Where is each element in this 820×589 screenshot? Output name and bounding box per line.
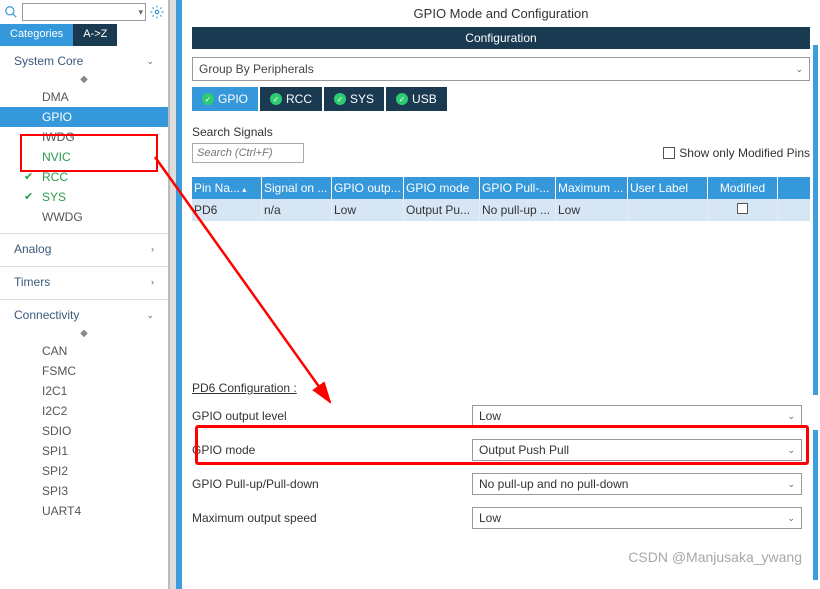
ptab-rcc[interactable]: ✓RCC bbox=[260, 87, 322, 111]
select-gpio-mode[interactable]: Output Push Pull⌄ bbox=[472, 439, 802, 461]
checkbox-icon[interactable] bbox=[737, 203, 748, 214]
chevron-down-icon: ⌄ bbox=[787, 479, 795, 490]
category-label: Analog bbox=[14, 242, 51, 256]
table-row[interactable]: PD6 n/a Low Output Pu... No pull-up ... … bbox=[192, 199, 810, 221]
chevron-down-icon: ⌄ bbox=[146, 56, 154, 67]
ptab-sys[interactable]: ✓SYS bbox=[324, 87, 384, 111]
category-system-core[interactable]: System Core ⌄ bbox=[0, 46, 168, 72]
category-label: Timers bbox=[14, 275, 50, 289]
checkbox-icon bbox=[663, 147, 675, 159]
col-gpio-pull[interactable]: GPIO Pull-... bbox=[480, 177, 556, 199]
scrollbar[interactable] bbox=[813, 430, 818, 580]
gear-icon[interactable] bbox=[150, 5, 164, 19]
col-gpio-mode[interactable]: GPIO mode bbox=[404, 177, 480, 199]
select-max-speed[interactable]: Low⌄ bbox=[472, 507, 802, 529]
ok-icon: ✓ bbox=[396, 93, 408, 105]
chevron-down-icon: ⌄ bbox=[787, 411, 795, 422]
col-user-label[interactable]: User Label bbox=[628, 177, 708, 199]
select-gpio-pull[interactable]: No pull-up and no pull-down⌄ bbox=[472, 473, 802, 495]
select-gpio-output-level[interactable]: Low⌄ bbox=[472, 405, 802, 427]
category-label: System Core bbox=[14, 54, 83, 68]
chevron-down-icon: ⌄ bbox=[787, 513, 795, 524]
col-gpio-output[interactable]: GPIO outp... bbox=[332, 177, 404, 199]
chevron-down-icon: ⌄ bbox=[795, 64, 803, 75]
item-uart4[interactable]: UART4 bbox=[0, 501, 168, 521]
row-gpio-pull: GPIO Pull-up/Pull-down No pull-up and no… bbox=[192, 467, 810, 501]
check-icon: ✔ bbox=[24, 190, 33, 203]
check-icon: ✔ bbox=[24, 170, 33, 183]
collapse-icon: ◆ bbox=[0, 326, 168, 341]
tab-a-z[interactable]: A->Z bbox=[73, 24, 117, 46]
item-gpio[interactable]: GPIO bbox=[0, 107, 168, 127]
config-header: Configuration bbox=[192, 27, 810, 49]
item-wwdg[interactable]: WWDG bbox=[0, 207, 168, 227]
category-analog[interactable]: Analog › bbox=[0, 233, 168, 260]
chevron-down-icon: ⌄ bbox=[146, 310, 154, 321]
col-maximum[interactable]: Maximum ... bbox=[556, 177, 628, 199]
show-modified-checkbox[interactable]: Show only Modified Pins bbox=[663, 146, 810, 160]
ok-icon: ✓ bbox=[270, 93, 282, 105]
item-sdio[interactable]: SDIO bbox=[0, 421, 168, 441]
item-sys[interactable]: ✔SYS bbox=[0, 187, 168, 207]
item-spi2[interactable]: SPI2 bbox=[0, 461, 168, 481]
row-max-speed: Maximum output speed Low⌄ bbox=[192, 501, 810, 535]
item-i2c2[interactable]: I2C2 bbox=[0, 401, 168, 421]
chevron-right-icon: › bbox=[151, 244, 154, 254]
search-icon bbox=[4, 5, 18, 19]
row-gpio-output-level: GPIO output level Low⌄ bbox=[192, 399, 810, 433]
item-can[interactable]: CAN bbox=[0, 341, 168, 361]
category-label: Connectivity bbox=[14, 308, 79, 322]
chevron-down-icon: ▾ bbox=[138, 7, 143, 18]
ptab-gpio[interactable]: ✓GPIO bbox=[192, 87, 258, 111]
col-modified[interactable]: Modified bbox=[708, 177, 778, 199]
category-timers[interactable]: Timers › bbox=[0, 266, 168, 293]
table-header: Pin Na... Signal on ... GPIO outp... GPI… bbox=[192, 177, 810, 199]
chevron-down-icon: ⌄ bbox=[787, 445, 795, 456]
item-i2c1[interactable]: I2C1 bbox=[0, 381, 168, 401]
chevron-right-icon: › bbox=[151, 277, 154, 287]
tab-categories[interactable]: Categories bbox=[0, 24, 73, 46]
search-signals-input[interactable] bbox=[192, 143, 304, 163]
ok-icon: ✓ bbox=[202, 93, 214, 105]
item-fsmc[interactable]: FSMC bbox=[0, 361, 168, 381]
ptab-usb[interactable]: ✓USB bbox=[386, 87, 447, 111]
category-connectivity[interactable]: Connectivity ⌄ bbox=[0, 299, 168, 326]
col-pin-name[interactable]: Pin Na... bbox=[192, 177, 262, 199]
page-title: GPIO Mode and Configuration bbox=[182, 0, 820, 27]
ok-icon: ✓ bbox=[334, 93, 346, 105]
row-gpio-mode: GPIO mode Output Push Pull⌄ bbox=[192, 433, 810, 467]
search-signals-label: Search Signals bbox=[192, 125, 810, 139]
group-by-select[interactable]: Group By Peripherals ⌄ bbox=[192, 57, 810, 81]
category-search-combo[interactable]: ▾ bbox=[22, 3, 146, 21]
pin-config-title: PD6 Configuration : bbox=[192, 381, 810, 395]
scrollbar[interactable] bbox=[813, 45, 818, 395]
item-nvic[interactable]: NVIC bbox=[0, 147, 168, 167]
collapse-icon: ◆ bbox=[0, 72, 168, 87]
item-spi3[interactable]: SPI3 bbox=[0, 481, 168, 501]
watermark: CSDN @Manjusaka_ywang bbox=[628, 549, 802, 565]
item-rcc[interactable]: ✔RCC bbox=[0, 167, 168, 187]
item-dma[interactable]: DMA bbox=[0, 87, 168, 107]
col-signal[interactable]: Signal on ... bbox=[262, 177, 332, 199]
item-spi1[interactable]: SPI1 bbox=[0, 441, 168, 461]
item-iwdg[interactable]: IWDG bbox=[0, 127, 168, 147]
